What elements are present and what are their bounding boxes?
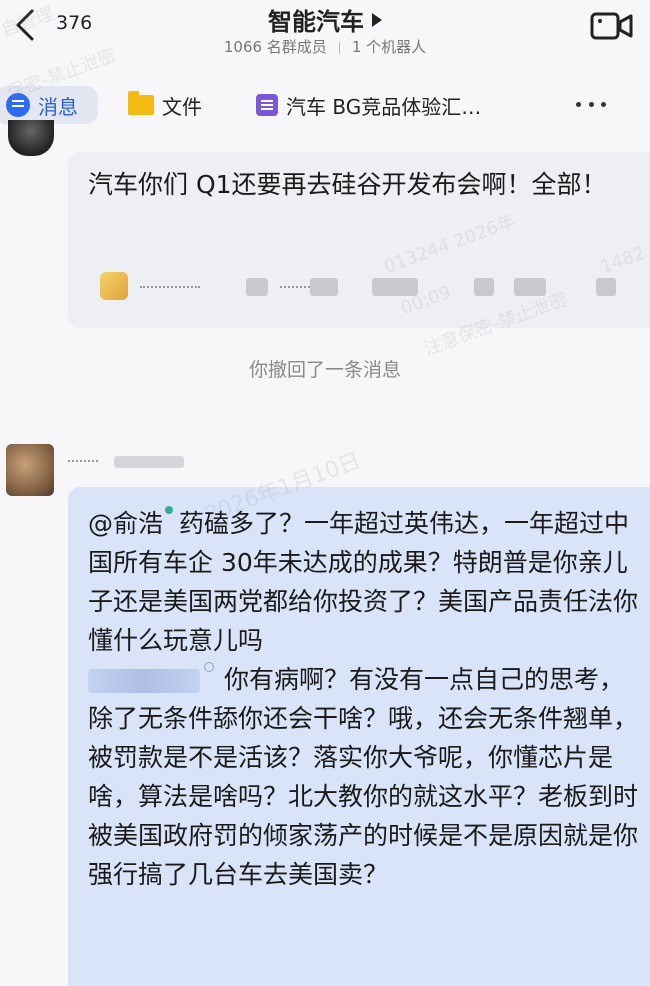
- status-dot-icon: [204, 662, 214, 672]
- card-thumbnail-icon: [100, 272, 128, 300]
- avatar[interactable]: [6, 444, 54, 496]
- more-dot-icon: [588, 101, 594, 107]
- redacted-text: [280, 286, 310, 291]
- redacted-text: [372, 278, 418, 296]
- redacted-text: [514, 278, 546, 296]
- online-status-icon: [165, 506, 174, 514]
- recall-notice: 你撤回了一条消息: [248, 359, 401, 381]
- group-title: 智能汽车: [268, 8, 364, 36]
- redacted-text: [246, 278, 268, 296]
- tab-messages[interactable]: 消息: [0, 86, 98, 124]
- message-text: @俞浩 药磕多了？一年超过英伟达，一年超过中国所有车企 30年未达成的成果？特朗普…: [88, 504, 638, 894]
- redacted-text: [114, 456, 184, 468]
- video-camera-icon: [590, 12, 633, 40]
- message-line: 药磕多了？一年超过英伟达，一年超过中国所有车企 30年未达成的成果？特朗普是你亲…: [88, 509, 639, 655]
- folder-icon: [128, 91, 154, 115]
- caret-right-icon: [372, 12, 382, 27]
- more-dot-icon: [576, 101, 581, 107]
- robot-count: 1 个机器人: [351, 38, 427, 56]
- redacted-mention: [88, 669, 200, 693]
- redacted-text: [474, 278, 494, 296]
- redacted-text: [68, 460, 98, 465]
- more-button[interactable]: [576, 94, 606, 114]
- mention[interactable]: @俞浩: [88, 509, 163, 538]
- divider: [338, 41, 340, 54]
- more-dot-icon: [601, 101, 606, 107]
- tab-label: 汽车 BG竞品体验汇…: [286, 94, 482, 119]
- redacted-text: [310, 278, 338, 296]
- sender-name-redacted: [64, 454, 194, 470]
- tab-label: 消息: [38, 94, 78, 119]
- redacted-text: [140, 286, 200, 291]
- tab-files[interactable]: 文件: [128, 86, 202, 124]
- avatar[interactable]: [8, 120, 54, 156]
- redacted-text: [596, 278, 616, 296]
- tab-doc[interactable]: 汽车 BG竞品体验汇…: [256, 86, 481, 124]
- group-subtitle: 1066 名群成员 1 个机器人: [0, 36, 650, 57]
- tab-bar: 消息 文件 汽车 BG竞品体验汇…: [0, 82, 650, 128]
- message-line: 你有病啊？有没有一点自己的思考，除了无条件舔你还会干啥？哦，还会无条件翘单，被罚…: [88, 665, 639, 889]
- tab-label: 文件: [162, 94, 202, 119]
- doc-icon: [256, 94, 278, 116]
- message-text: 汽车你们 Q1还要再去硅谷开发布会啊！全部！: [88, 170, 607, 199]
- video-call-button[interactable]: [590, 10, 634, 42]
- message-icon: [6, 93, 30, 117]
- member-count: 1066 名群成员: [223, 38, 327, 56]
- group-title-button[interactable]: 智能汽车: [0, 2, 650, 37]
- link-card[interactable]: [100, 270, 620, 306]
